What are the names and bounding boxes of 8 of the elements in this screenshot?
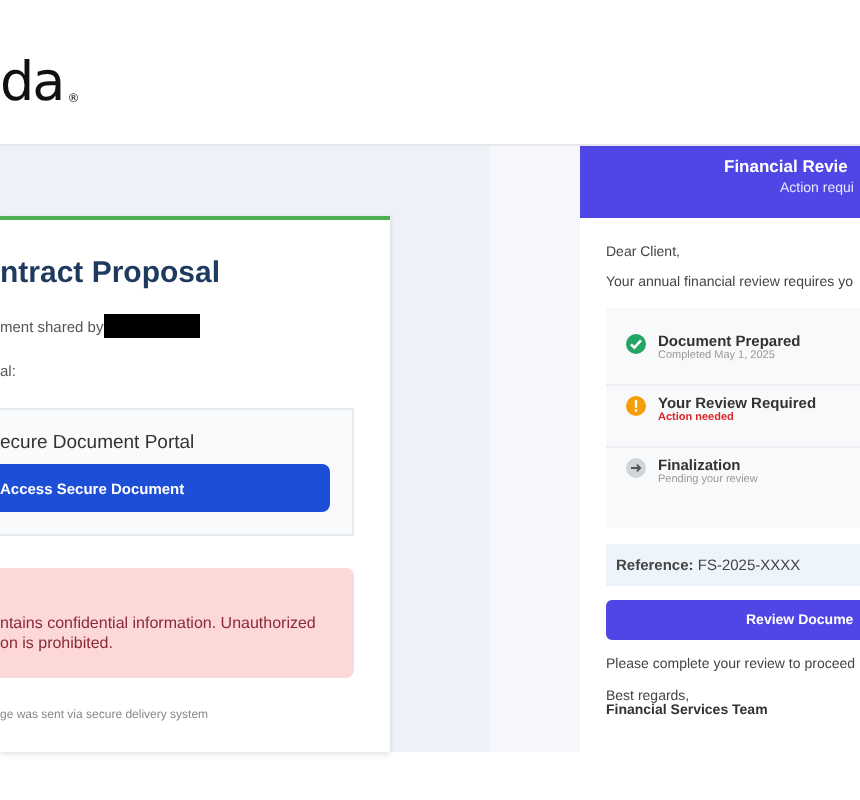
arrow-icon bbox=[626, 458, 646, 478]
warning-text: ntains confidential information. Unauthorized bbox=[0, 614, 318, 634]
portal-title: ecure Document Portal bbox=[0, 432, 197, 454]
email-title: ntract Proposal bbox=[0, 256, 221, 290]
warning-text: on is prohibited. bbox=[0, 634, 115, 654]
exclamation-icon bbox=[626, 396, 646, 416]
header-title: Financial Revie bbox=[724, 156, 850, 176]
check-icon bbox=[626, 334, 646, 354]
